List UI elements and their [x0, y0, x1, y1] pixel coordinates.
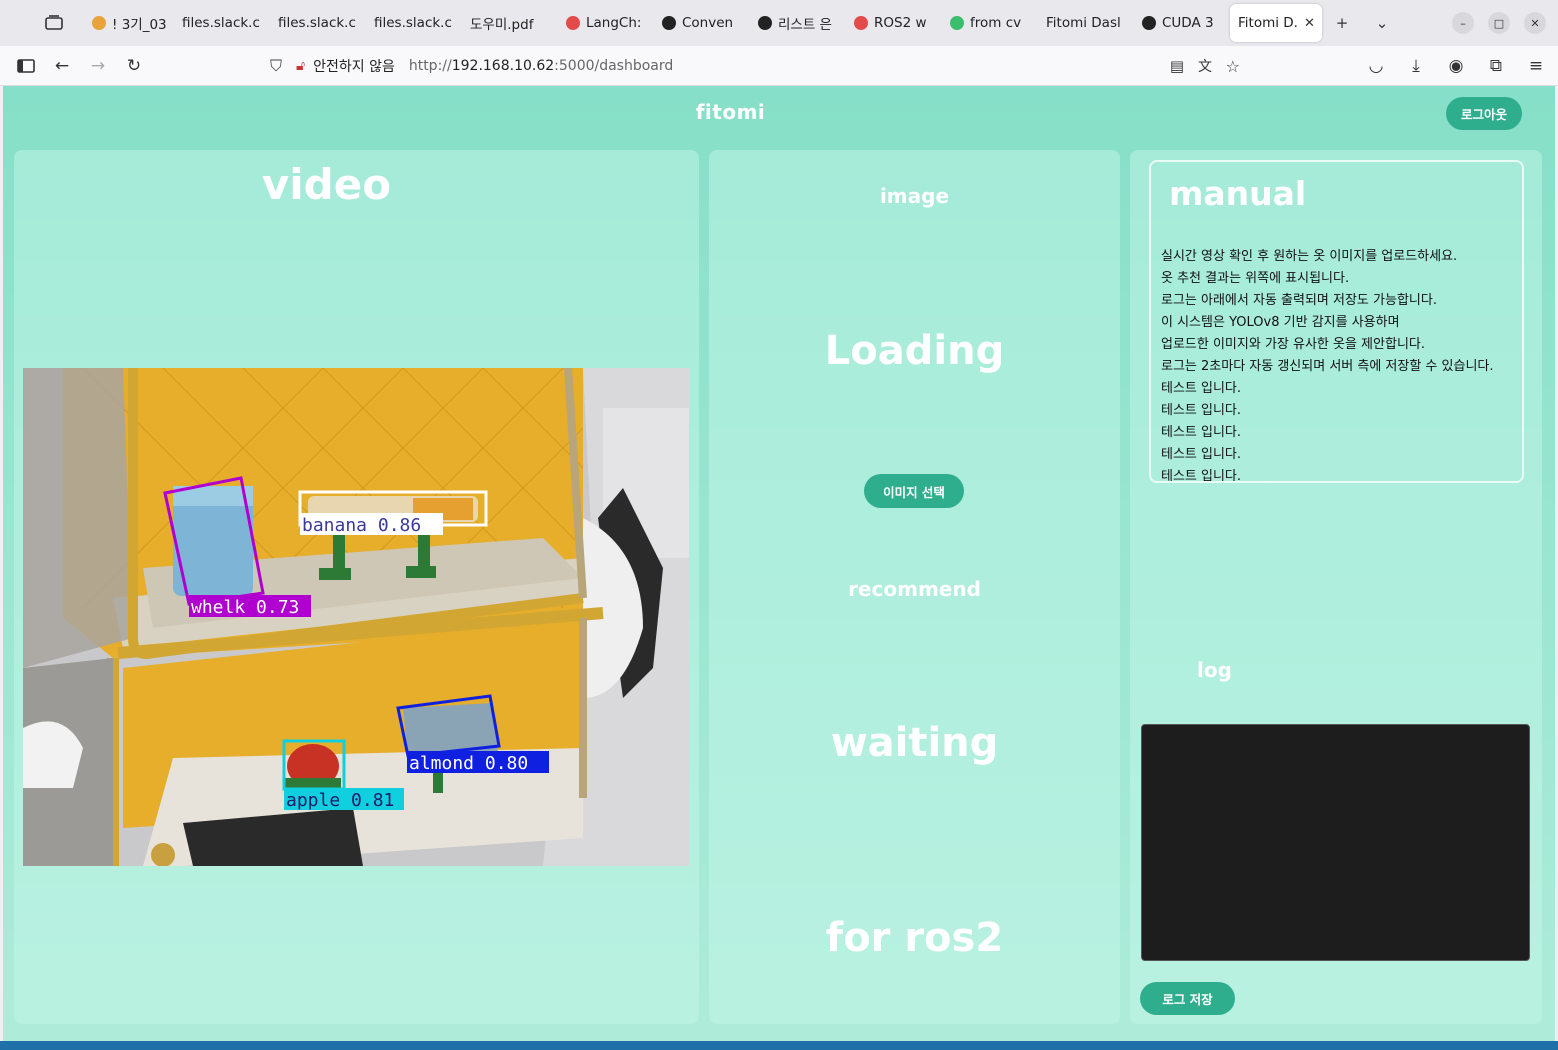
browser-tab[interactable]: from cv [942, 0, 1038, 46]
dashboard-page: fitomi 로그아웃 video whelk 0.73 banana 0.86… [3, 86, 1555, 1041]
downloads-icon[interactable]: ⤓ [1404, 48, 1428, 84]
url-bar[interactable]: ⛉ 🔓︎ 안전하지 않음 http://192.168.10.62:5000/d… [270, 50, 1250, 82]
new-tab-icon[interactable]: + [1322, 0, 1362, 46]
tab-favicon-icon [566, 16, 580, 30]
account-icon[interactable]: ◉ [1444, 48, 1468, 84]
browser-tab[interactable]: files.slack.c [366, 0, 462, 46]
editor-status-bar [0, 1041, 1558, 1050]
reload-icon[interactable]: ↻ [116, 48, 152, 84]
manual-line: 로그는 2초마다 자동 갱신되며 서버 측에 저장할 수 있습니다. [1161, 359, 1494, 374]
manual-line: 테스트 입니다. [1161, 447, 1242, 462]
tab-label: files.slack.c [182, 15, 260, 31]
manual-line: 테스트 입니다. [1161, 425, 1242, 440]
manual-line: 테스트 입니다. [1161, 469, 1242, 483]
video-frame-image: whelk 0.73 banana 0.86 almond 0.80 apple… [23, 368, 689, 866]
browser-tab[interactable]: 리스트 은 [750, 0, 846, 46]
browser-tab[interactable]: CUDA 3 [1134, 0, 1230, 46]
manual-box[interactable]: manual 실시간 영상 확인 후 원하는 옷 이미지를 업로드하세요. 옷 … [1149, 160, 1524, 483]
browser-tab[interactable]: 도우미.pdf [462, 0, 558, 46]
video-stream: whelk 0.73 banana 0.86 almond 0.80 apple… [23, 368, 689, 866]
browser-tab[interactable]: LangCh: [558, 0, 654, 46]
tab-favicon-icon [92, 16, 106, 30]
tab-overview-icon[interactable] [24, 0, 84, 46]
tab-favicon-icon [662, 16, 676, 30]
ros2-text: for ros2 [825, 915, 1004, 961]
tab-favicon-icon [950, 16, 964, 30]
forward-icon[interactable]: → [80, 48, 116, 84]
video-title: video [261, 160, 392, 209]
tab-favicon-icon [1142, 16, 1156, 30]
detection-label-almond: almond 0.80 [409, 753, 528, 774]
extensions-icon[interactable]: ⧉ [1484, 48, 1508, 84]
tab-label: ! 3기_03 [112, 17, 167, 33]
tab-list-chevron-icon[interactable]: ⌄ [1362, 0, 1402, 46]
security-status[interactable]: 안전하지 않음 [313, 56, 395, 76]
save-log-button[interactable]: 로그 저장 [1140, 982, 1235, 1015]
browser-tab-bar: ! 3기_03 files.slack.c files.slack.c files.s… [0, 0, 1558, 46]
insecure-lock-icon[interactable]: 🔓︎ [296, 58, 305, 74]
browser-tab[interactable]: Conven [654, 0, 750, 46]
manual-line: 이 시스템은 YOLOv8 기반 감지를 사용하며 [1161, 315, 1400, 330]
manual-line: 테스트 입니다. [1161, 403, 1242, 418]
image-panel: image Loading 이미지 선택 recommend waiting f… [709, 150, 1120, 1024]
manual-line: 로그는 아래에서 자동 출력되며 저장도 가능합니다. [1161, 293, 1437, 308]
tab-label: files.slack.c [278, 15, 356, 31]
image-label: image [879, 184, 950, 208]
tab-label: from cv [970, 15, 1022, 31]
pick-image-button[interactable]: 이미지 선택 [864, 474, 964, 508]
detection-label-apple: apple 0.81 [286, 790, 394, 811]
tab-label: CUDA 3 [1162, 15, 1214, 31]
browser-tab[interactable]: Fitomi Dasl [1038, 0, 1134, 46]
detection-label-whelk: whelk 0.73 [191, 597, 299, 618]
tab-label: 리스트 은 [778, 17, 832, 33]
browser-tab[interactable]: Fitomi D. ✕ [1230, 4, 1322, 42]
manual-line: 실시간 영상 확인 후 원하는 옷 이미지를 업로드하세요. [1161, 249, 1458, 264]
manual-text: 실시간 영상 확인 후 원하는 옷 이미지를 업로드하세요. 옷 추천 결과는 … [1161, 246, 1494, 483]
window-close-icon[interactable]: ✕ [1524, 12, 1546, 34]
tab-close-icon[interactable]: ✕ [1304, 16, 1315, 31]
browser-tab[interactable]: ROS2 w [846, 0, 942, 46]
shield-icon[interactable]: ⛉ [270, 56, 282, 76]
back-icon[interactable]: ← [44, 48, 80, 84]
tab-label: files.slack.c [374, 15, 452, 31]
browser-tab[interactable]: files.slack.c [174, 0, 270, 46]
loading-text: Loading [824, 328, 1005, 374]
manual-title: manual [1169, 174, 1307, 213]
menu-icon[interactable]: ≡ [1524, 48, 1548, 84]
logout-button[interactable]: 로그아웃 [1446, 97, 1522, 130]
reader-view-icon[interactable]: ▤ [1170, 57, 1184, 75]
tab-label: ROS2 w [874, 15, 927, 31]
minimize-icon[interactable]: – [1452, 12, 1474, 34]
waiting-text: waiting [830, 720, 999, 766]
translate-icon[interactable]: 文 [1198, 56, 1212, 76]
manual-log-panel: manual 실시간 영상 확인 후 원하는 옷 이미지를 업로드하세요. 옷 … [1130, 150, 1542, 1024]
tab-favicon-icon [758, 16, 772, 30]
manual-line: 업로드한 이미지와 가장 유사한 옷을 제안합니다. [1161, 337, 1425, 352]
tab-label: Conven [682, 15, 734, 31]
detection-label-banana: banana 0.86 [302, 515, 421, 536]
manual-line: 테스트 입니다. [1161, 381, 1242, 396]
tab-label: 도우미.pdf [470, 17, 534, 33]
brand-title: fitomi [695, 100, 766, 124]
video-panel: video whelk 0.73 banana 0.86 almond 0.80… [14, 150, 699, 1024]
browser-nav-bar: ← → ↻ ⛉ 🔓︎ 안전하지 않음 http://192.168.10.62:… [0, 46, 1558, 86]
url-text[interactable]: http://192.168.10.62:5000/dashboard [409, 58, 673, 74]
tab-label: LangCh: [586, 15, 642, 31]
log-label: log [1197, 658, 1232, 682]
recommend-label: recommend [848, 577, 981, 601]
sidebar-toggle-icon[interactable] [8, 48, 44, 84]
maximize-icon[interactable]: □ [1488, 12, 1510, 34]
tab-label: Fitomi D. [1238, 15, 1298, 31]
tab-favicon-icon [854, 16, 868, 30]
browser-tab[interactable]: files.slack.c [270, 0, 366, 46]
browser-tab[interactable]: ! 3기_03 [84, 0, 174, 46]
pocket-icon[interactable]: ◡ [1364, 48, 1388, 84]
log-output[interactable] [1141, 724, 1530, 961]
bookmark-star-icon[interactable]: ☆ [1226, 57, 1240, 76]
manual-line: 옷 추천 결과는 위쪽에 표시됩니다. [1161, 271, 1350, 286]
tab-label: Fitomi Dasl [1046, 15, 1121, 31]
